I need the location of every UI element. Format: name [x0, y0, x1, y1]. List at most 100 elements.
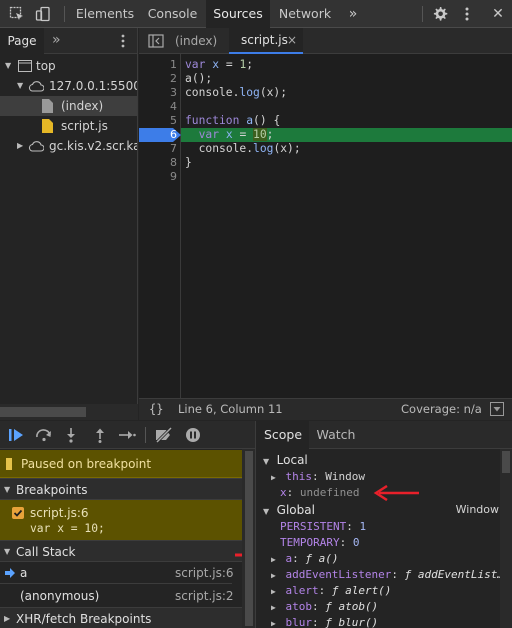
tree-item-script[interactable]: script.js: [0, 116, 137, 136]
call-frame-location[interactable]: script.js:6: [175, 562, 234, 584]
section-title: Call Stack: [16, 545, 76, 559]
expand-arrow-icon[interactable]: ▼: [17, 76, 23, 96]
scope-global-value: Window: [455, 503, 499, 516]
navigator-menu-icon[interactable]: [116, 33, 130, 49]
more-vertical-icon[interactable]: [459, 6, 475, 22]
step-into-icon[interactable]: [63, 427, 79, 443]
line-number[interactable]: 4: [139, 100, 177, 114]
coverage-status[interactable]: Coverage: n/a: [401, 399, 482, 419]
tree-item-top[interactable]: ▼ top: [0, 56, 137, 76]
step-icon[interactable]: [118, 428, 136, 442]
collapse-arrow-icon[interactable]: ▶: [17, 136, 23, 156]
expand-arrow-icon[interactable]: ▼: [5, 56, 11, 76]
close-icon[interactable]: ✕: [488, 0, 508, 28]
line-number[interactable]: 8: [139, 156, 177, 170]
scope-prop-this[interactable]: ▶ this: Window: [271, 469, 365, 485]
step-over-icon[interactable]: [35, 428, 53, 442]
prop-value: 0: [352, 536, 360, 549]
code-editor[interactable]: 1 2 3 4 5 6 7 8 9 var x = 1; a(); consol…: [139, 54, 512, 398]
scope-local-header[interactable]: ▼ Local: [263, 452, 308, 468]
resume-icon[interactable]: [8, 428, 26, 442]
line-number[interactable]: 5: [139, 114, 177, 128]
section-call-stack[interactable]: ▼ Call Stack: [0, 540, 242, 562]
line-number[interactable]: 3: [139, 86, 177, 100]
navigator-more-button[interactable]: »: [52, 28, 61, 52]
section-breakpoints[interactable]: ▼ Breakpoints: [0, 478, 242, 500]
tree-item-origin[interactable]: ▼ 127.0.0.1:5500: [0, 76, 137, 96]
collapse-arrow-icon: ▶: [4, 614, 11, 623]
step-out-icon[interactable]: [92, 427, 108, 443]
tab-elements[interactable]: Elements: [70, 0, 140, 28]
prop-value: ƒ addEventList…: [404, 568, 505, 581]
deactivate-breakpoints-icon[interactable]: [155, 427, 173, 443]
call-frame-current[interactable]: a script.js:6: [0, 562, 234, 584]
scope-prop[interactable]: ▶ blur: ƒ blur(): [271, 615, 378, 628]
tab-network[interactable]: Network: [272, 0, 338, 28]
tree-item-label: gc.kis.v2.scr.kasp: [49, 139, 137, 153]
pause-on-exceptions-icon[interactable]: [185, 427, 201, 443]
sidebar-scrollbar[interactable]: [242, 449, 255, 628]
scrollbar-thumb[interactable]: [245, 451, 253, 626]
prop-key: TEMPORARY: [280, 536, 340, 549]
settings-gear-icon[interactable]: [432, 6, 448, 22]
breakpoint-checkbox[interactable]: [12, 507, 24, 519]
scope-prop[interactable]: ▶ atob: ƒ atob(): [271, 599, 378, 615]
frame-icon: [18, 60, 32, 72]
scrollbar-thumb[interactable]: [0, 407, 86, 417]
tree-horizontal-scrollbar[interactable]: [0, 404, 138, 420]
prop-key: PERSISTENT: [280, 520, 347, 533]
expand-arrow-icon: ▼: [263, 507, 270, 516]
line-number[interactable]: 7: [139, 142, 177, 156]
editor-tab-script[interactable]: script.js ×: [229, 28, 303, 54]
annotation-arrow: [373, 485, 419, 501]
pretty-print-button[interactable]: {}: [149, 399, 163, 419]
paused-message: Paused on breakpoint: [21, 457, 152, 471]
collapse-arrow-icon: ▶: [271, 571, 276, 580]
section-xhr-breakpoints[interactable]: ▶ XHR/fetch Breakpoints: [0, 607, 242, 628]
file-icon: [42, 99, 53, 113]
current-frame-arrow-icon: [5, 568, 15, 578]
tree-item-label: top: [36, 59, 56, 73]
tab-console[interactable]: Console: [140, 0, 205, 28]
scope-tabbar: Scope Watch: [257, 421, 512, 449]
code-line-6: var x = 10;: [198, 128, 274, 141]
call-frame[interactable]: (anonymous) script.js:2: [0, 585, 234, 607]
line-number[interactable]: 1: [139, 58, 177, 72]
inspect-element-icon[interactable]: [9, 6, 25, 22]
toolbar-divider: [145, 427, 146, 443]
editor-tabbar: (index) script.js ×: [139, 28, 512, 54]
prop-value: Window: [325, 470, 365, 483]
tab-sources[interactable]: Sources: [206, 0, 270, 28]
scope-prop[interactable]: ▶ addEventListener: ƒ addEventList…: [271, 567, 504, 583]
scope-prop[interactable]: TEMPORARY: 0: [280, 535, 359, 551]
tab-scope[interactable]: Scope: [257, 421, 309, 449]
line-number[interactable]: 9: [139, 170, 177, 184]
device-toolbar-icon[interactable]: [35, 6, 51, 22]
tree-item-index[interactable]: (index): [0, 96, 137, 116]
line-number[interactable]: 2: [139, 72, 177, 86]
scope-prop[interactable]: ▶ alert: ƒ alert(): [271, 583, 391, 599]
scope-prop[interactable]: ▶ a: ƒ a(): [271, 551, 338, 567]
scope-global-header[interactable]: ▼ Global Window: [263, 502, 503, 518]
scrollbar-thumb[interactable]: [502, 451, 510, 473]
editor-tab-close-icon[interactable]: ×: [287, 28, 297, 52]
scope-scrollbar[interactable]: [500, 449, 512, 628]
editor-tab-index[interactable]: (index): [175, 28, 217, 54]
scope-prop-x[interactable]: x: undefined: [280, 485, 359, 501]
file-tree: ▼ top ▼ 127.0.0.1:5500 (index) script.js…: [0, 54, 138, 404]
tab-watch[interactable]: Watch: [311, 421, 361, 449]
prop-key: addEventListener: [285, 568, 392, 581]
prop-value: ƒ atob(): [325, 600, 379, 613]
line-number-current[interactable]: 6: [139, 128, 177, 142]
toggle-navigator-icon[interactable]: [148, 34, 164, 48]
scope-prop[interactable]: PERSISTENT: 1: [280, 519, 366, 535]
tab-page[interactable]: Page: [0, 28, 44, 54]
call-frame-location[interactable]: script.js:2: [175, 585, 234, 607]
code-line-3: console.log(x);: [185, 86, 288, 99]
collapse-arrow-icon: ▶: [271, 603, 276, 612]
breakpoint-item[interactable]: script.js:6 var x = 10;: [0, 500, 242, 541]
more-tabs-button[interactable]: »: [342, 0, 364, 28]
tree-item-kaspersky[interactable]: ▶ gc.kis.v2.scr.kasp: [0, 136, 137, 156]
toggle-drawer-icon[interactable]: [490, 402, 504, 416]
collapse-arrow-icon: ▶: [271, 619, 276, 628]
